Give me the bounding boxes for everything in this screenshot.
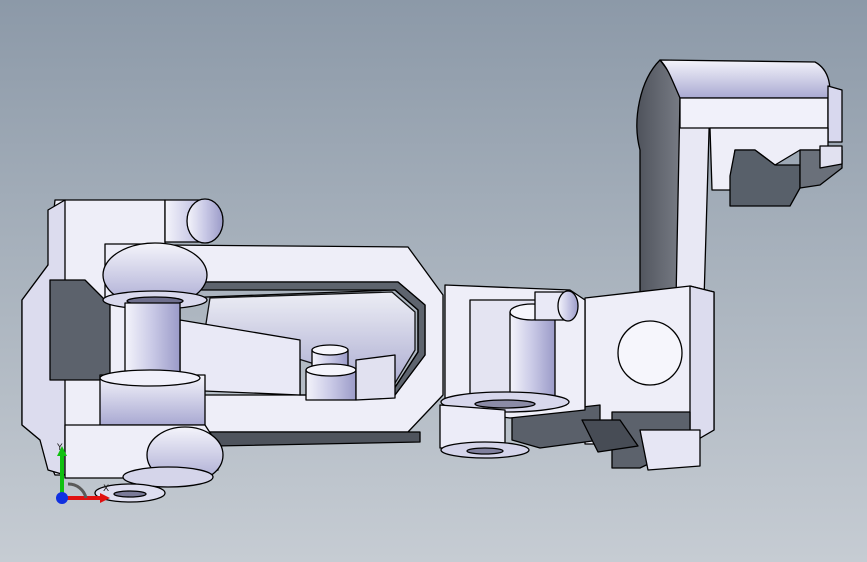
z-axis-point [56,492,68,504]
x-axis-arrow [100,493,110,503]
triad-y-label: Y [57,443,63,453]
graphics-viewport[interactable]: Y X [0,0,867,562]
robot-arm-model[interactable] [0,0,867,562]
triad-x-label: X [103,484,110,494]
gripper-assembly [636,59,843,301]
